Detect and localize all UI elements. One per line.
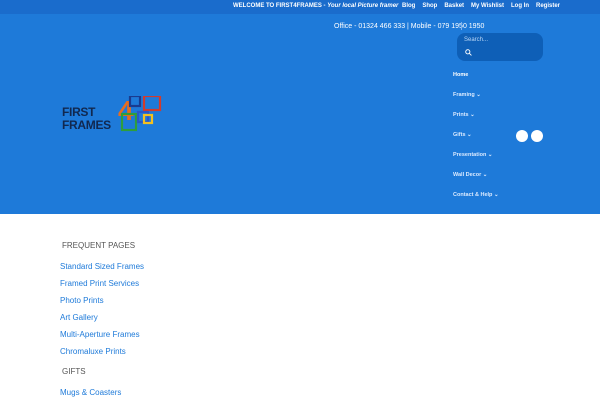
search-box[interactable]: Search...: [457, 33, 543, 61]
welcome-tagline: Your local Picture framer: [327, 3, 399, 9]
nav-framing[interactable]: Framing ⌄: [453, 92, 481, 98]
link-photo-prints[interactable]: Photo Prints: [60, 296, 104, 305]
nav-contact-help[interactable]: Contact & Help ⌄: [453, 192, 499, 198]
link-art-gallery[interactable]: Art Gallery: [60, 313, 98, 322]
welcome-lead: WELCOME TO FIRST4FRAMES -: [233, 3, 328, 9]
nav-gifts[interactable]: Gifts ⌄: [453, 132, 472, 138]
welcome-message: WELCOME TO FIRST4FRAMES - Your local Pic…: [233, 3, 398, 9]
link-multi-aperture-frames[interactable]: Multi-Aperture Frames: [60, 330, 140, 339]
search-icon[interactable]: [465, 49, 472, 56]
section-title-frequent-pages: FREQUENT PAGES: [62, 241, 136, 250]
nav-presentation[interactable]: Presentation ⌄: [453, 152, 492, 158]
site-logo[interactable]: FIRST FRAMES 4: [62, 95, 164, 146]
top-link-login[interactable]: Log In: [511, 3, 529, 9]
nav-home[interactable]: Home: [453, 72, 468, 78]
social-icon[interactable]: [531, 130, 543, 142]
nav-prints[interactable]: Prints ⌄: [453, 112, 475, 118]
social-links: [516, 130, 543, 142]
page-content: FREQUENT PAGES Standard Sized Frames Fra…: [0, 214, 600, 400]
site-header: Office - 01324 466 333 | Mobile - 079 19…: [0, 14, 600, 214]
link-mugs-coasters[interactable]: Mugs & Coasters: [60, 388, 121, 397]
top-links: Blog Shop Basket My Wishlist Log In Regi…: [402, 3, 560, 9]
nav-wall-decor[interactable]: Wall Decor ⌄: [453, 172, 487, 178]
top-link-wishlist[interactable]: My Wishlist: [471, 3, 504, 9]
top-bar: WELCOME TO FIRST4FRAMES - Your local Pic…: [0, 0, 600, 14]
link-chromaluxe-prints[interactable]: Chromaluxe Prints: [60, 347, 126, 356]
link-framed-print-services[interactable]: Framed Print Services: [60, 279, 139, 288]
top-link-blog[interactable]: Blog: [402, 3, 415, 9]
top-link-basket[interactable]: Basket: [444, 3, 464, 9]
top-link-register[interactable]: Register: [536, 3, 560, 9]
social-icon[interactable]: [516, 130, 528, 142]
section-title-gifts: GIFTS: [62, 367, 86, 376]
search-input[interactable]: Search...: [464, 37, 488, 43]
contact-divider: [461, 22, 462, 30]
link-standard-sized-frames[interactable]: Standard Sized Frames: [60, 262, 144, 271]
top-link-shop[interactable]: Shop: [422, 3, 437, 9]
logo-frames-icon: [120, 96, 162, 132]
